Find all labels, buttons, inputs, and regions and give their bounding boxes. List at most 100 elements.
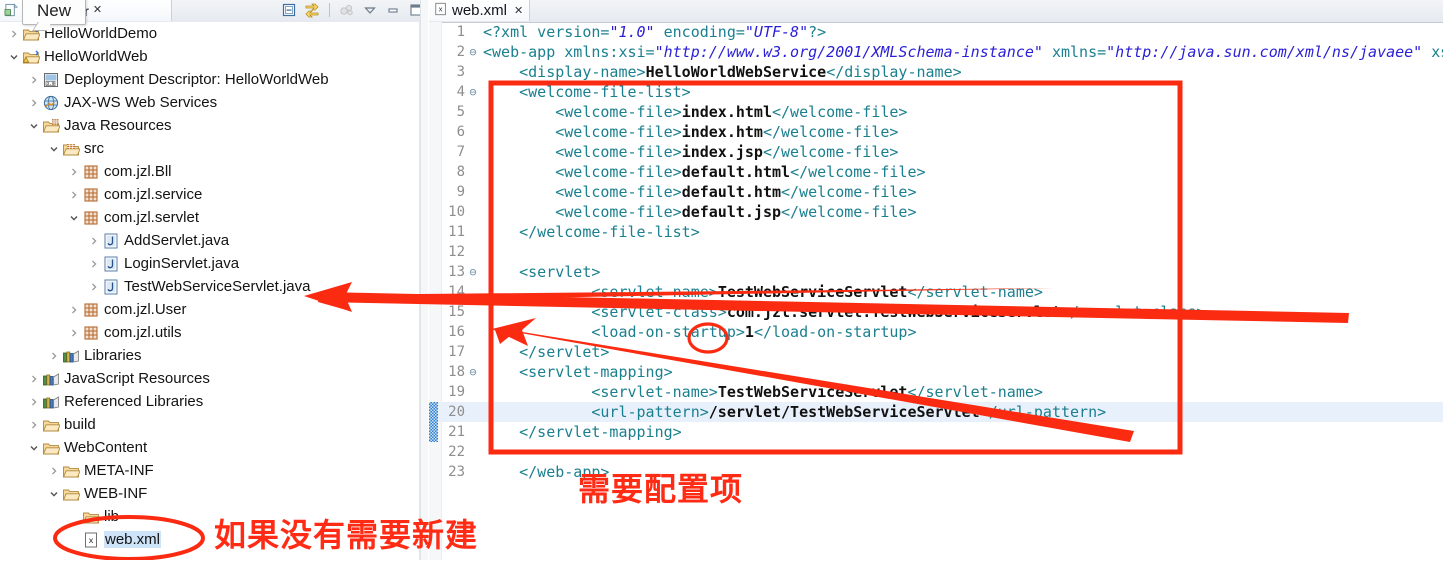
code-line[interactable]: 19 <servlet-name>TestWebServiceServlet</…	[429, 382, 1443, 402]
chevron-down-icon[interactable]	[6, 45, 22, 68]
tree-item-src[interactable]: src	[0, 137, 420, 160]
line-number: 17	[448, 344, 465, 360]
code-line[interactable]: 8 <welcome-file>default.html</welcome-fi…	[429, 162, 1443, 182]
chevron-right-icon[interactable]	[26, 68, 42, 91]
tree-item-jax-ws-web-services[interactable]: JAX-WS Web Services	[0, 91, 420, 114]
tree-item-build[interactable]: build	[0, 413, 420, 436]
tree-item-com-jzl-service[interactable]: com.jzl.service	[0, 183, 420, 206]
code-line[interactable]: 9 <welcome-file>default.htm</welcome-fil…	[429, 182, 1443, 202]
tree-item-loginservlet-java[interactable]: LoginServlet.java	[0, 252, 420, 275]
tree-item-javascript-resources[interactable]: JavaScript Resources	[0, 367, 420, 390]
code-line[interactable]: 18 ⊖ <servlet-mapping>	[429, 362, 1443, 382]
code-line[interactable]: 7 <welcome-file>index.jsp</welcome-file>	[429, 142, 1443, 162]
code-lines[interactable]: 1 <?xml version="1.0" encoding="UTF-8"?> 2…	[429, 22, 1443, 482]
line-number: 3	[456, 64, 465, 80]
project-warning-icon	[22, 48, 40, 66]
tree-item-referenced-libraries[interactable]: Referenced Libraries	[0, 390, 420, 413]
collapse-all-icon[interactable]	[281, 2, 297, 18]
java-file-icon	[102, 278, 120, 296]
tab-web-xml[interactable]: x web.xml ✕	[429, 0, 531, 21]
code-line[interactable]: 2 ⊖ <web-app xmlns:xsi="http://www.w3.org/…	[429, 42, 1443, 62]
tree-item-deployment-descriptor-helloworldweb[interactable]: 3.0 Deployment Descriptor: HelloWorldWeb	[0, 68, 420, 91]
code-line[interactable]: 6 <welcome-file>index.htm</welcome-file>	[429, 122, 1443, 142]
close-icon[interactable]: ✕	[514, 4, 523, 17]
source-folder-icon	[62, 140, 80, 158]
code-text: <load-on-startup>1</load-on-startup>	[591, 323, 917, 341]
tree-item-webcontent[interactable]: WebContent	[0, 436, 420, 459]
chevron-right-icon[interactable]	[46, 459, 62, 482]
code-line[interactable]: 12	[429, 242, 1443, 262]
chevron-right-icon[interactable]	[86, 275, 102, 298]
code-text: <servlet-class>com.jzl.servlet.TestWebSe…	[591, 303, 1206, 321]
chevron-right-icon[interactable]	[66, 183, 82, 206]
tree-item-web-inf[interactable]: WEB-INF	[0, 482, 420, 505]
code-line[interactable]: 5 <welcome-file>index.html</welcome-file…	[429, 102, 1443, 122]
code-line[interactable]: 10 <welcome-file>default.jsp</welcome-fi…	[429, 202, 1443, 222]
tree-item-lib[interactable]: lib	[0, 505, 420, 528]
code-line[interactable]: 16 <load-on-startup>1</load-on-startup>	[429, 322, 1443, 342]
chevron-right-icon[interactable]	[86, 252, 102, 275]
tree-item-meta-inf[interactable]: META-INF	[0, 459, 420, 482]
close-icon[interactable]: ✕	[93, 5, 102, 16]
code-line[interactable]: 17 </servlet>	[429, 342, 1443, 362]
line-number: 13	[448, 264, 465, 280]
chevron-right-icon[interactable]	[46, 344, 62, 367]
xml-code-area[interactable]: 1 <?xml version="1.0" encoding="UTF-8"?> 2…	[429, 22, 1443, 560]
tree-item-web-xml[interactable]: x web.xml	[0, 528, 420, 551]
view-menu-icon[interactable]	[339, 2, 355, 18]
tree-item-label: AddServlet.java	[124, 232, 230, 249]
line-number: 1	[456, 24, 465, 40]
chevron-right-icon[interactable]	[66, 321, 82, 344]
chevron-right-icon[interactable]	[66, 160, 82, 183]
link-with-editor-icon[interactable]	[304, 2, 320, 18]
chevron-down-icon[interactable]	[46, 482, 62, 505]
chevron-right-icon[interactable]	[26, 367, 42, 390]
tree-item-helloworlddemo[interactable]: HelloWorldDemo	[0, 22, 420, 45]
code-text: <servlet-name>TestWebServiceServlet</ser…	[591, 283, 1043, 301]
code-text: <web-app xmlns:xsi="http://www.w3.org/20…	[483, 43, 1443, 61]
code-line[interactable]: 11 </welcome-file-list>	[429, 222, 1443, 242]
tree-item-com-jzl-servlet[interactable]: com.jzl.servlet	[0, 206, 420, 229]
code-line[interactable]: 21 </servlet-mapping>	[429, 422, 1443, 442]
code-line[interactable]: 22	[429, 442, 1443, 462]
tree-item-com-jzl-user[interactable]: com.jzl.User	[0, 298, 420, 321]
fold-toggle-icon[interactable]: ⊖	[467, 82, 479, 102]
code-line[interactable]: 20 <url-pattern>/servlet/TestWebServiceS…	[429, 402, 1443, 422]
tree-item-libraries[interactable]: Libraries	[0, 344, 420, 367]
project-tree[interactable]: HelloWorldDemo HelloWorldWeb 3.0 Deployment…	[0, 22, 420, 560]
chevron-right-icon[interactable]	[6, 22, 22, 45]
libraries-icon	[42, 393, 60, 411]
chevron-down-icon[interactable]	[26, 436, 42, 459]
code-line[interactable]: 3 <display-name>HelloWorldWebService</di…	[429, 62, 1443, 82]
panel-sash[interactable]	[420, 0, 428, 560]
chevron-down-icon[interactable]	[26, 114, 42, 137]
tree-item-com-jzl-utils[interactable]: com.jzl.utils	[0, 321, 420, 344]
chevron-right-icon[interactable]	[26, 390, 42, 413]
code-line[interactable]: 13 ⊖ <servlet>	[429, 262, 1443, 282]
tree-item-helloworldweb[interactable]: HelloWorldWeb	[0, 45, 420, 68]
fold-toggle-icon[interactable]: ⊖	[467, 262, 479, 282]
chevron-right-icon[interactable]	[26, 413, 42, 436]
chevron-right-icon[interactable]	[86, 229, 102, 252]
tree-item-java-resources[interactable]: Java Resources	[0, 114, 420, 137]
chevron-right-icon[interactable]	[26, 91, 42, 114]
code-text: <url-pattern>/servlet/TestWebServiceServ…	[591, 403, 1107, 421]
code-line[interactable]: 1 <?xml version="1.0" encoding="UTF-8"?>	[429, 22, 1443, 42]
tree-item-addservlet-java[interactable]: AddServlet.java	[0, 229, 420, 252]
chevron-right-icon[interactable]	[66, 298, 82, 321]
fold-toggle-icon[interactable]: ⊖	[467, 42, 479, 62]
tree-item-testwebserviceservlet-java[interactable]: TestWebServiceServlet.java	[0, 275, 420, 298]
code-line[interactable]: 23 </web-app>	[429, 462, 1443, 482]
code-line[interactable]: 4 ⊖ <welcome-file-list>	[429, 82, 1443, 102]
chevron-down-icon[interactable]	[66, 206, 82, 229]
chevron-down-icon[interactable]	[46, 137, 62, 160]
tree-item-com-jzl-bll[interactable]: com.jzl.Bll	[0, 160, 420, 183]
code-line[interactable]: 14 <servlet-name>TestWebServiceServlet</…	[429, 282, 1443, 302]
editor-tabbar: x web.xml ✕	[429, 0, 1443, 23]
fold-toggle-icon[interactable]: ⊖	[467, 362, 479, 382]
chevron-down-icon[interactable]	[362, 2, 378, 18]
code-line[interactable]: 15 <servlet-class>com.jzl.servlet.TestWe…	[429, 302, 1443, 322]
tree-item-label: com.jzl.service	[104, 186, 203, 203]
web-service-icon	[42, 94, 60, 112]
minimize-icon[interactable]	[385, 2, 401, 18]
